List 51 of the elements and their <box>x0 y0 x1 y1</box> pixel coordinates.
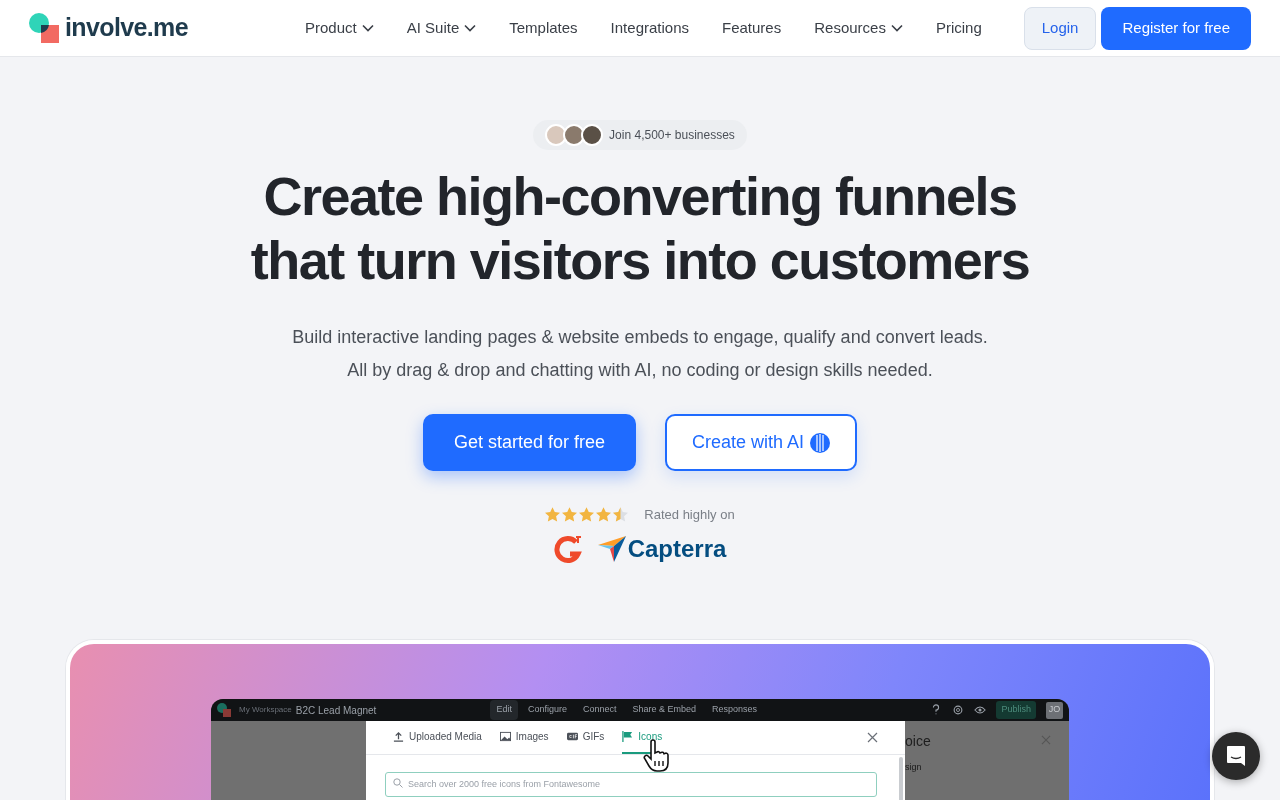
login-button[interactable]: Login <box>1023 6 1097 50</box>
nav-link[interactable]: Resources <box>814 16 903 40</box>
editor-tab[interactable]: Edit <box>490 700 518 720</box>
logo-icon <box>217 703 231 717</box>
editor-tab[interactable]: Connect <box>576 700 623 720</box>
create-with-ai-button[interactable]: Create with AI <box>664 414 858 471</box>
image-icon <box>499 731 511 742</box>
get-started-button[interactable]: Get started for free <box>422 414 636 471</box>
gif-icon <box>566 731 578 742</box>
half-star-icon <box>613 507 629 523</box>
editor-tab[interactable]: Configure <box>521 700 573 720</box>
panel-title: oice <box>905 733 931 749</box>
project-name: B2C Lead Magnet <box>295 703 377 718</box>
capterra-logo-text: Capterra <box>627 533 727 564</box>
flag-icon <box>622 731 634 742</box>
upload-icon <box>393 731 404 742</box>
badge-text: Join 4,500+ businesses <box>609 127 735 144</box>
logo-text: involve.me <box>65 12 188 44</box>
nav-link[interactable]: Integrations <box>610 16 689 40</box>
logo-icon <box>29 13 59 43</box>
hero-subtitle: Build interactive landing pages & website embeds to engage, qualify and convert leads. All by drag & drop and chatting with AI, no coding or design skills needed. <box>292 326 988 382</box>
chat-widget-button[interactable] <box>1212 732 1260 780</box>
close-icon[interactable] <box>867 732 878 743</box>
register-button[interactable]: Register for free <box>1101 6 1251 50</box>
star-icon <box>545 507 561 523</box>
nav-link[interactable]: Features <box>722 16 782 40</box>
review-site-logo-icon <box>553 533 584 564</box>
hero-title: Create high-converting funnels that turn visitors into customers <box>250 165 1030 292</box>
logo-link[interactable]: involve.me <box>29 9 299 47</box>
star-icon <box>562 507 578 523</box>
nav-link[interactable]: Templates <box>509 16 578 40</box>
breadcrumb-link[interactable]: My Workspace <box>239 704 292 716</box>
nav-link[interactable]: AI Suite <box>406 16 477 40</box>
scrollbar <box>899 757 903 800</box>
media-tab[interactable]: Uploaded Media <box>393 721 482 754</box>
chat-icon <box>1226 745 1246 767</box>
search-field[interactable]: Search over 2000 free icons from Fontawesome <box>385 771 877 797</box>
editor-tab[interactable]: Share & Embed <box>626 700 702 720</box>
panel-label: sign <box>905 761 922 774</box>
pointer-hand-cursor-icon <box>642 739 672 773</box>
star-icon <box>579 507 595 523</box>
eye-icon[interactable] <box>974 704 987 716</box>
nav-link[interactable]: Product <box>305 16 374 40</box>
media-tab[interactable]: Images <box>499 721 549 754</box>
paper-plane-icon <box>597 535 626 562</box>
media-tab[interactable]: GIFs <box>566 721 605 754</box>
ai-orb-icon <box>810 432 831 453</box>
nav-link[interactable]: Pricing <box>935 16 982 40</box>
settings-icon[interactable] <box>952 704 965 716</box>
editor-tab[interactable]: Responses <box>706 700 764 720</box>
rating-label: Rated highly on <box>644 506 735 524</box>
